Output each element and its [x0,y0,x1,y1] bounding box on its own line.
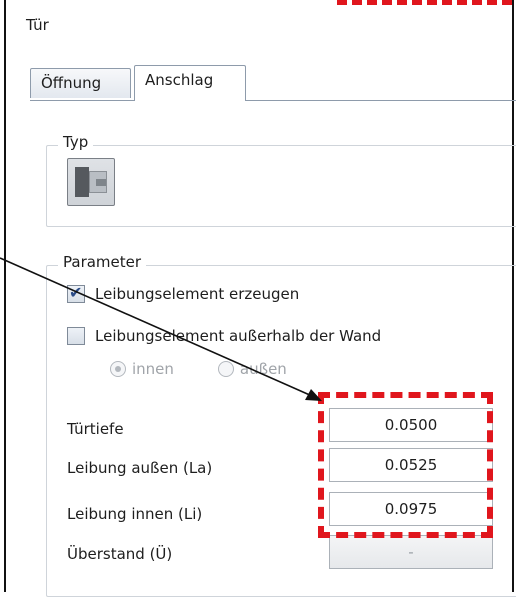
callout-arrow [0,257,322,401]
